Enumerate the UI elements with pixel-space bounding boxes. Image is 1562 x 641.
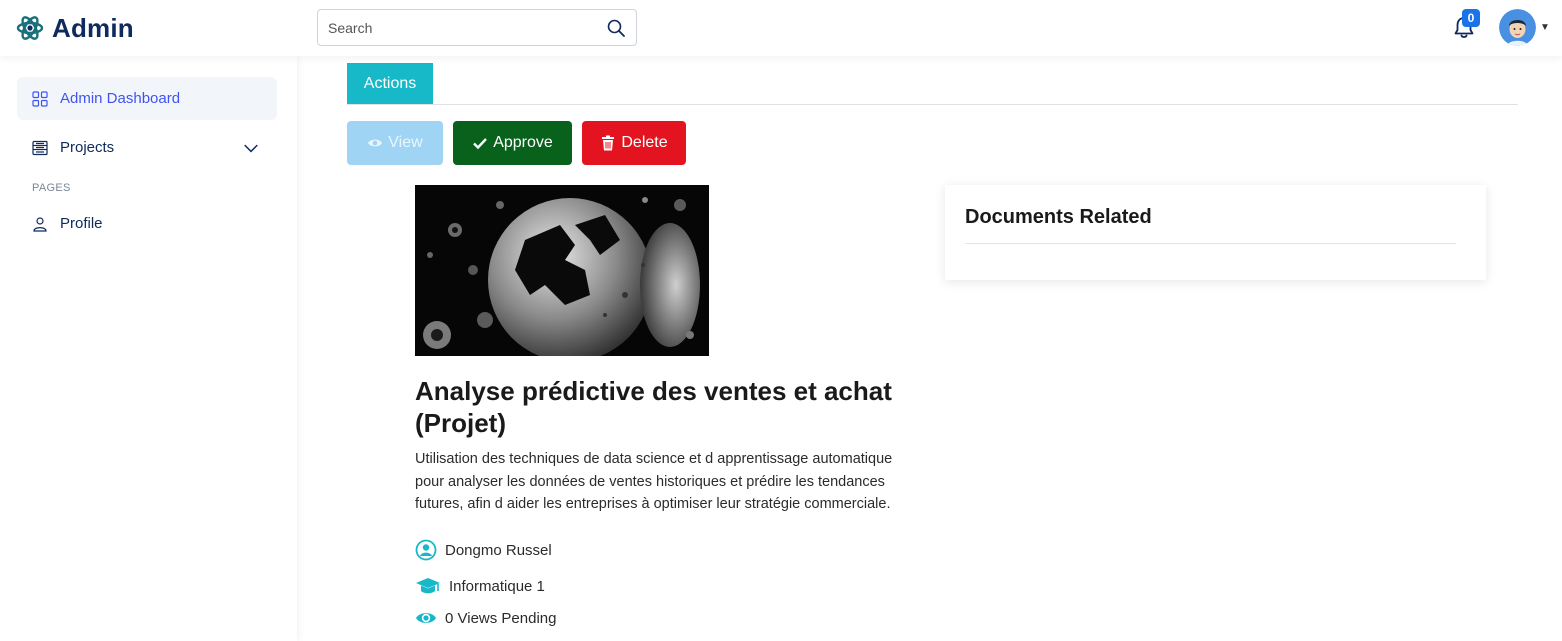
search-box [317, 9, 637, 46]
brand-logo-link[interactable]: Admin [16, 10, 134, 46]
eye-icon [368, 139, 383, 147]
sidebar-item-projects[interactable]: Projects [17, 126, 277, 169]
search-icon[interactable] [606, 18, 626, 38]
sidebar: Admin Dashboard Projects PAGES Profile [0, 56, 297, 641]
sidebar-item-label: Admin Dashboard [60, 90, 181, 107]
department-name: Informatique 1 [449, 577, 545, 595]
grid-icon [32, 90, 48, 107]
sidebar-item-profile[interactable]: Profile [17, 202, 277, 245]
project-title: Analyse prédictive des ventes et achat (… [415, 376, 892, 438]
avatar [1499, 9, 1536, 46]
project-author: Dongmo Russel [415, 539, 552, 561]
atom-logo-icon [16, 16, 44, 40]
approve-button-label: Approve [493, 134, 553, 151]
project-cover-image [415, 185, 709, 356]
user-menu-toggle[interactable]: ▼ [1499, 9, 1550, 46]
card-divider [965, 243, 1456, 244]
project-views: 0 Views Pending [415, 607, 556, 629]
person-icon [33, 216, 47, 232]
mechanical-sphere-image [415, 185, 709, 356]
tab-actions[interactable]: Actions [347, 63, 433, 104]
views-status: 0 Views Pending [445, 609, 557, 627]
delete-button-label: Delete [621, 134, 668, 151]
sidebar-section-heading: PAGES [32, 182, 71, 194]
delete-button[interactable]: Delete [582, 121, 686, 165]
view-button[interactable]: View [347, 121, 443, 165]
sidebar-item-admin-dashboard[interactable]: Admin Dashboard [17, 77, 277, 120]
view-button-label: View [388, 134, 423, 151]
tab-divider [347, 104, 1518, 105]
eye-icon [416, 613, 436, 623]
notification-badge: 0 [1462, 9, 1480, 27]
project-department: Informatique 1 [415, 575, 545, 597]
project-description: Utilisation des techniques de data scien… [415, 451, 893, 512]
sidebar-item-label: Projects [60, 139, 115, 156]
chevron-down-icon: ▼ [1540, 22, 1550, 33]
top-navbar: Admin 0 ▼ [0, 0, 1562, 56]
brand-name: Admin [52, 12, 134, 43]
graduation-cap-icon [416, 578, 440, 594]
approve-button[interactable]: Approve [453, 121, 572, 165]
sidebar-item-label: Profile [60, 215, 103, 232]
author-name: Dongmo Russel [445, 541, 552, 559]
documents-related-card: Documents Related [945, 185, 1486, 280]
trash-icon [602, 135, 615, 151]
documents-card-title: Documents Related [965, 206, 1152, 228]
user-circle-icon [415, 539, 437, 561]
list-icon [32, 140, 48, 155]
chevron-down-icon [244, 144, 258, 153]
search-input[interactable] [328, 19, 606, 36]
check-icon [473, 138, 488, 150]
